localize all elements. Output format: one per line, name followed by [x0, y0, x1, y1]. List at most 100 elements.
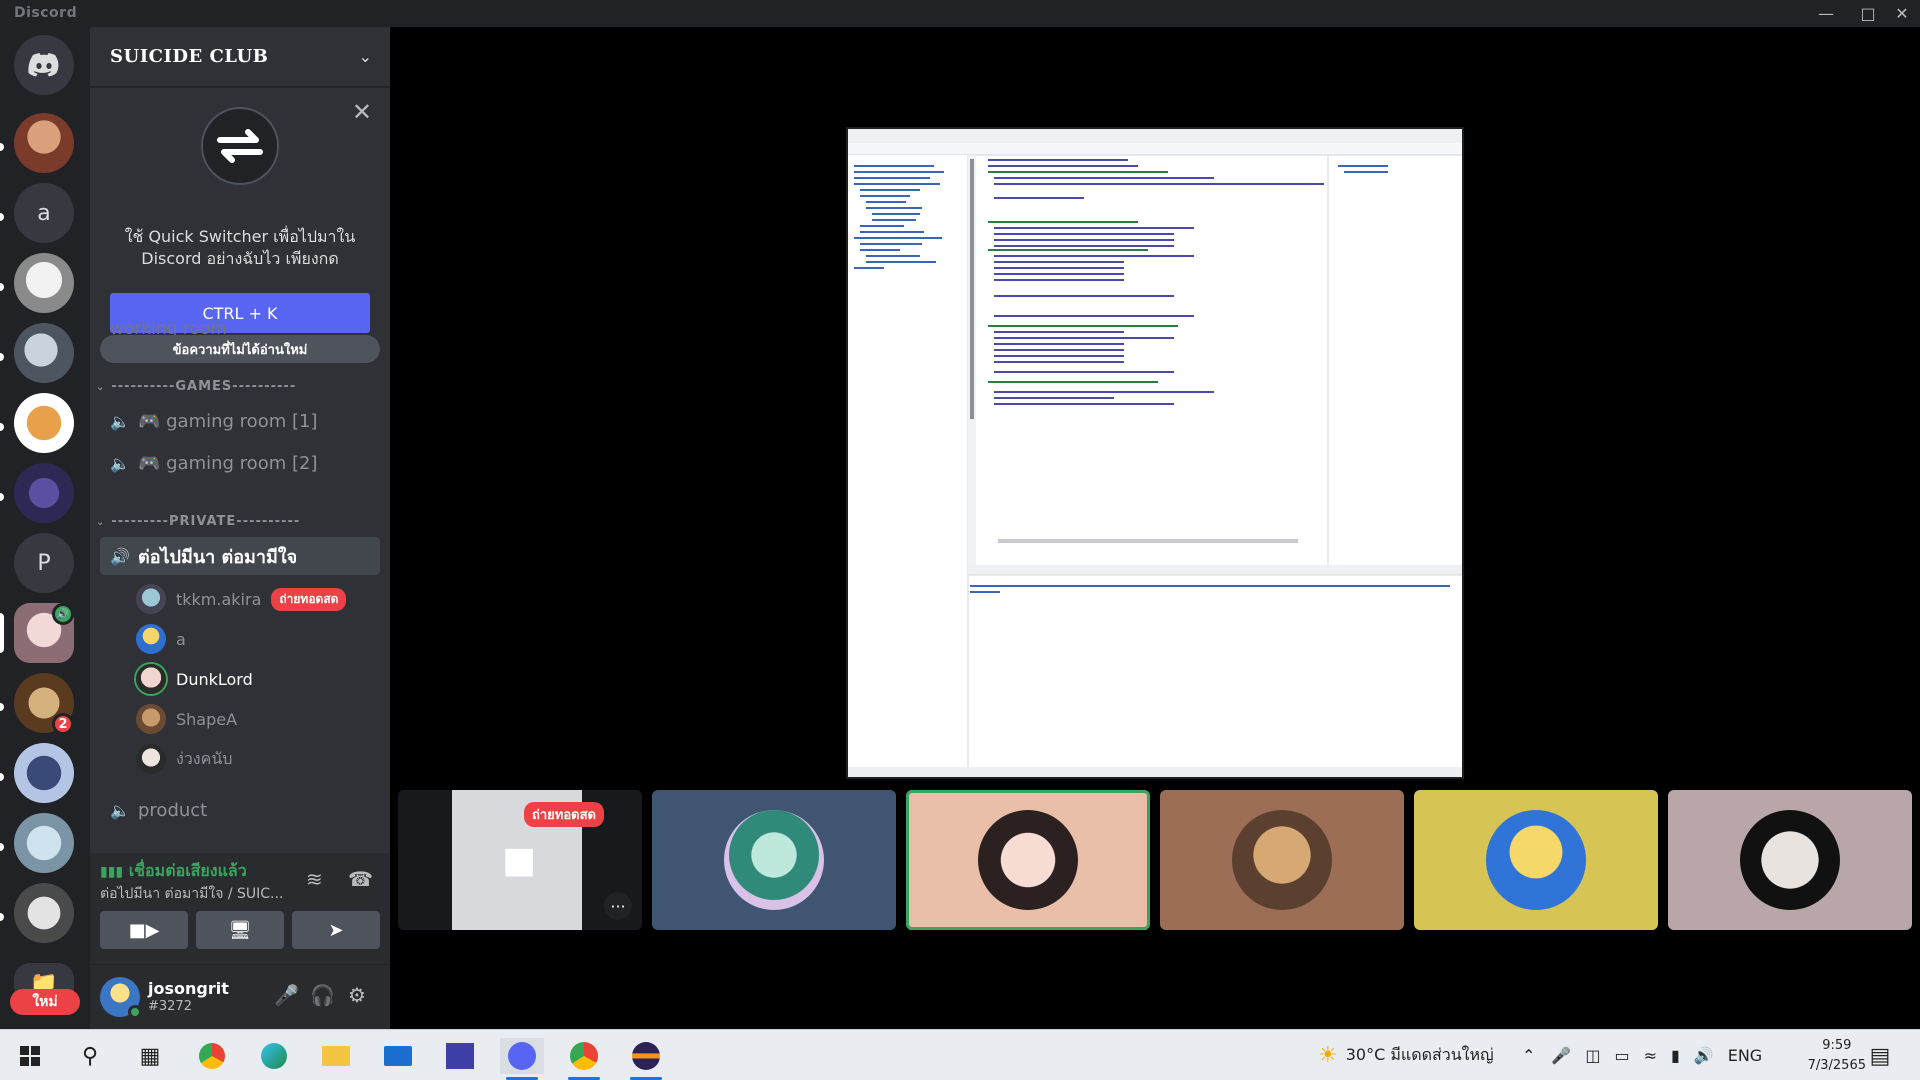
discord-home-button[interactable] — [14, 35, 74, 95]
discord-logo-icon — [28, 53, 59, 77]
speaker-icon: 🔈 — [110, 800, 130, 820]
participant-tiles: ■ ถ่ายทอดสด ··· — [398, 790, 1920, 930]
device-icon[interactable]: ◫ — [1585, 1046, 1600, 1065]
avatar — [136, 704, 166, 734]
microphone-icon[interactable]: 🎤 — [1551, 1046, 1571, 1065]
windows-logo-icon — [20, 1046, 40, 1066]
speaker-icon: 🔊 — [110, 546, 130, 566]
display-icon[interactable]: ▭ — [1614, 1046, 1629, 1065]
stream-tile[interactable]: ■ ถ่ายทอดสด ··· — [398, 790, 642, 930]
server-name: SUICIDE CLUB — [110, 46, 269, 67]
server-icon-9[interactable] — [14, 743, 74, 803]
participant-tile-speaking[interactable] — [906, 790, 1150, 930]
voice-channel-active[interactable]: 🔊 ต่อไปมีนา ต่อมามีใจ — [100, 537, 380, 575]
activity-button[interactable]: ➤ — [292, 911, 380, 949]
category-private[interactable]: ⌄ ---------PRIVATE---------- — [96, 514, 300, 529]
voice-user[interactable]: a — [136, 622, 186, 656]
user-panel: josongrit #3272 🎤 🎧 ⚙ — [90, 965, 390, 1029]
server-icon-11[interactable] — [14, 883, 74, 943]
voice-connected-panel: ▮▮▮ เชื่อมต่อเสียงแล้ว ต่อไปมีนา ต่อมามี… — [90, 853, 390, 965]
chrome-profile-icon[interactable] — [562, 1038, 606, 1080]
start-button[interactable] — [8, 1038, 52, 1074]
username[interactable]: josongrit — [148, 979, 229, 998]
avatar — [136, 664, 166, 694]
discord-taskbar-icon[interactable] — [500, 1038, 544, 1080]
taskbar: ⚲ ▦ ☀ 30°C มีแดดส่วนใหญ่ ⌃ 🎤 ◫ ▭ ≈ ▮ 🔊 E… — [0, 1029, 1920, 1080]
noise-suppression-icon[interactable]: ≋ — [306, 867, 323, 891]
channel-sidebar: SUICIDE CLUB ⌄ ✕ ใช้ Quick Switcher เพื่… — [90, 27, 390, 1029]
minimize-button[interactable]: — — [1810, 0, 1842, 27]
chevron-up-icon[interactable]: ⌃ — [1522, 1046, 1535, 1065]
avatar — [1232, 810, 1332, 910]
voice-user[interactable]: ShapeA — [136, 702, 237, 736]
avatar — [136, 584, 166, 614]
close-icon[interactable]: ✕ — [352, 98, 372, 126]
speaker-icon: 🔈 — [110, 411, 130, 431]
wifi-icon[interactable]: ≈ — [1644, 1046, 1657, 1065]
screen-share-button[interactable]: 🖥 — [196, 911, 284, 949]
app-icon[interactable] — [438, 1038, 482, 1074]
voice-status[interactable]: ▮▮▮ เชื่อมต่อเสียงแล้ว — [100, 859, 247, 884]
participant-tile[interactable] — [1668, 790, 1912, 930]
category-games[interactable]: ⌄ ----------GAMES---------- — [96, 379, 296, 394]
server-icon-p[interactable]: P — [14, 533, 74, 593]
server-icon-5[interactable] — [14, 393, 74, 453]
participant-tile[interactable] — [1414, 790, 1658, 930]
disconnect-icon[interactable]: ☎ — [348, 867, 373, 891]
voice-user[interactable]: ง่วงคนับ — [136, 742, 232, 776]
camera-button[interactable]: ■▶ — [100, 911, 188, 949]
weather-widget[interactable]: ☀ 30°C มีแดดส่วนใหญ่ — [1318, 1030, 1494, 1080]
eclipse-icon[interactable] — [624, 1038, 668, 1080]
voice-user-speaking[interactable]: DunkLord — [136, 662, 253, 696]
chrome-icon[interactable] — [190, 1038, 234, 1074]
server-unread-pill — [0, 213, 4, 221]
new-unreads-pill[interactable]: ใหม่ — [10, 989, 80, 1015]
online-status-icon — [128, 1005, 142, 1019]
server-icon-1[interactable] — [14, 113, 74, 173]
video-camera-icon: ■ — [502, 840, 537, 881]
chevron-down-icon: ⌄ — [96, 382, 106, 393]
server-unread-pill — [0, 283, 4, 291]
voice-channel-path[interactable]: ต่อไปมีนา ต่อมามีใจ / SUIC... — [100, 883, 300, 905]
screen-share-icon: 🖥 — [228, 919, 252, 941]
screen-share-view[interactable] — [846, 127, 1464, 779]
server-icon-3[interactable] — [14, 253, 74, 313]
voice-channel-gaming-room-2[interactable]: 🔈 🎮 gaming room [2] — [100, 444, 380, 482]
language-indicator[interactable]: ENG — [1728, 1046, 1762, 1065]
notifications-icon[interactable]: ▤ — [1858, 1038, 1902, 1074]
chevron-down-icon: ⌄ — [96, 517, 106, 528]
headphones-icon[interactable]: 🎧 — [310, 983, 335, 1007]
server-icon-a[interactable]: a — [14, 183, 74, 243]
sun-cloud-icon: ☀ — [1318, 1043, 1338, 1068]
more-options-button[interactable]: ··· — [604, 892, 632, 920]
voice-active-badge: 🔊 — [52, 603, 74, 625]
voice-user[interactable]: tkkm.akira ถ่ายทอดสด — [136, 582, 347, 616]
server-icon-4[interactable] — [14, 323, 74, 383]
switch-arrows-icon — [201, 107, 279, 185]
shared-ide-screen — [848, 129, 1462, 777]
participant-tile[interactable] — [1160, 790, 1404, 930]
new-unreads-bar[interactable]: ข้อความที่ไม่ได้อ่านใหม่ — [100, 335, 380, 363]
server-icon-10[interactable] — [14, 813, 74, 873]
mail-icon[interactable] — [376, 1038, 420, 1074]
server-unread-pill — [0, 423, 4, 431]
search-icon[interactable]: ⚲ — [68, 1038, 112, 1074]
gear-icon[interactable]: ⚙ — [348, 983, 366, 1007]
discord-window: Discord — □ ✕ a P 🔊 2 📁 ใหม่ SUICIDE CLU… — [0, 0, 1920, 1080]
avatar — [136, 744, 166, 774]
task-view-icon[interactable]: ▦ — [128, 1038, 172, 1074]
maximize-button[interactable]: □ — [1852, 0, 1884, 27]
participant-tile[interactable] — [652, 790, 896, 930]
edge-icon[interactable] — [252, 1038, 296, 1074]
file-explorer-icon[interactable] — [314, 1038, 358, 1074]
battery-icon[interactable]: ▮ — [1671, 1046, 1680, 1065]
server-header[interactable]: SUICIDE CLUB ⌄ — [90, 27, 390, 87]
voice-channel-product[interactable]: 🔈 product — [100, 791, 380, 829]
close-window-button[interactable]: ✕ — [1886, 0, 1918, 27]
voice-channel-gaming-room-1[interactable]: 🔈 🎮 gaming room [1] — [100, 402, 380, 440]
server-icon-6[interactable] — [14, 463, 74, 523]
app-title: Discord — [14, 5, 78, 21]
microphone-icon[interactable]: 🎤 — [274, 983, 299, 1007]
title-bar: Discord — □ ✕ — [0, 0, 1920, 27]
volume-icon[interactable]: 🔊 — [1694, 1046, 1714, 1065]
